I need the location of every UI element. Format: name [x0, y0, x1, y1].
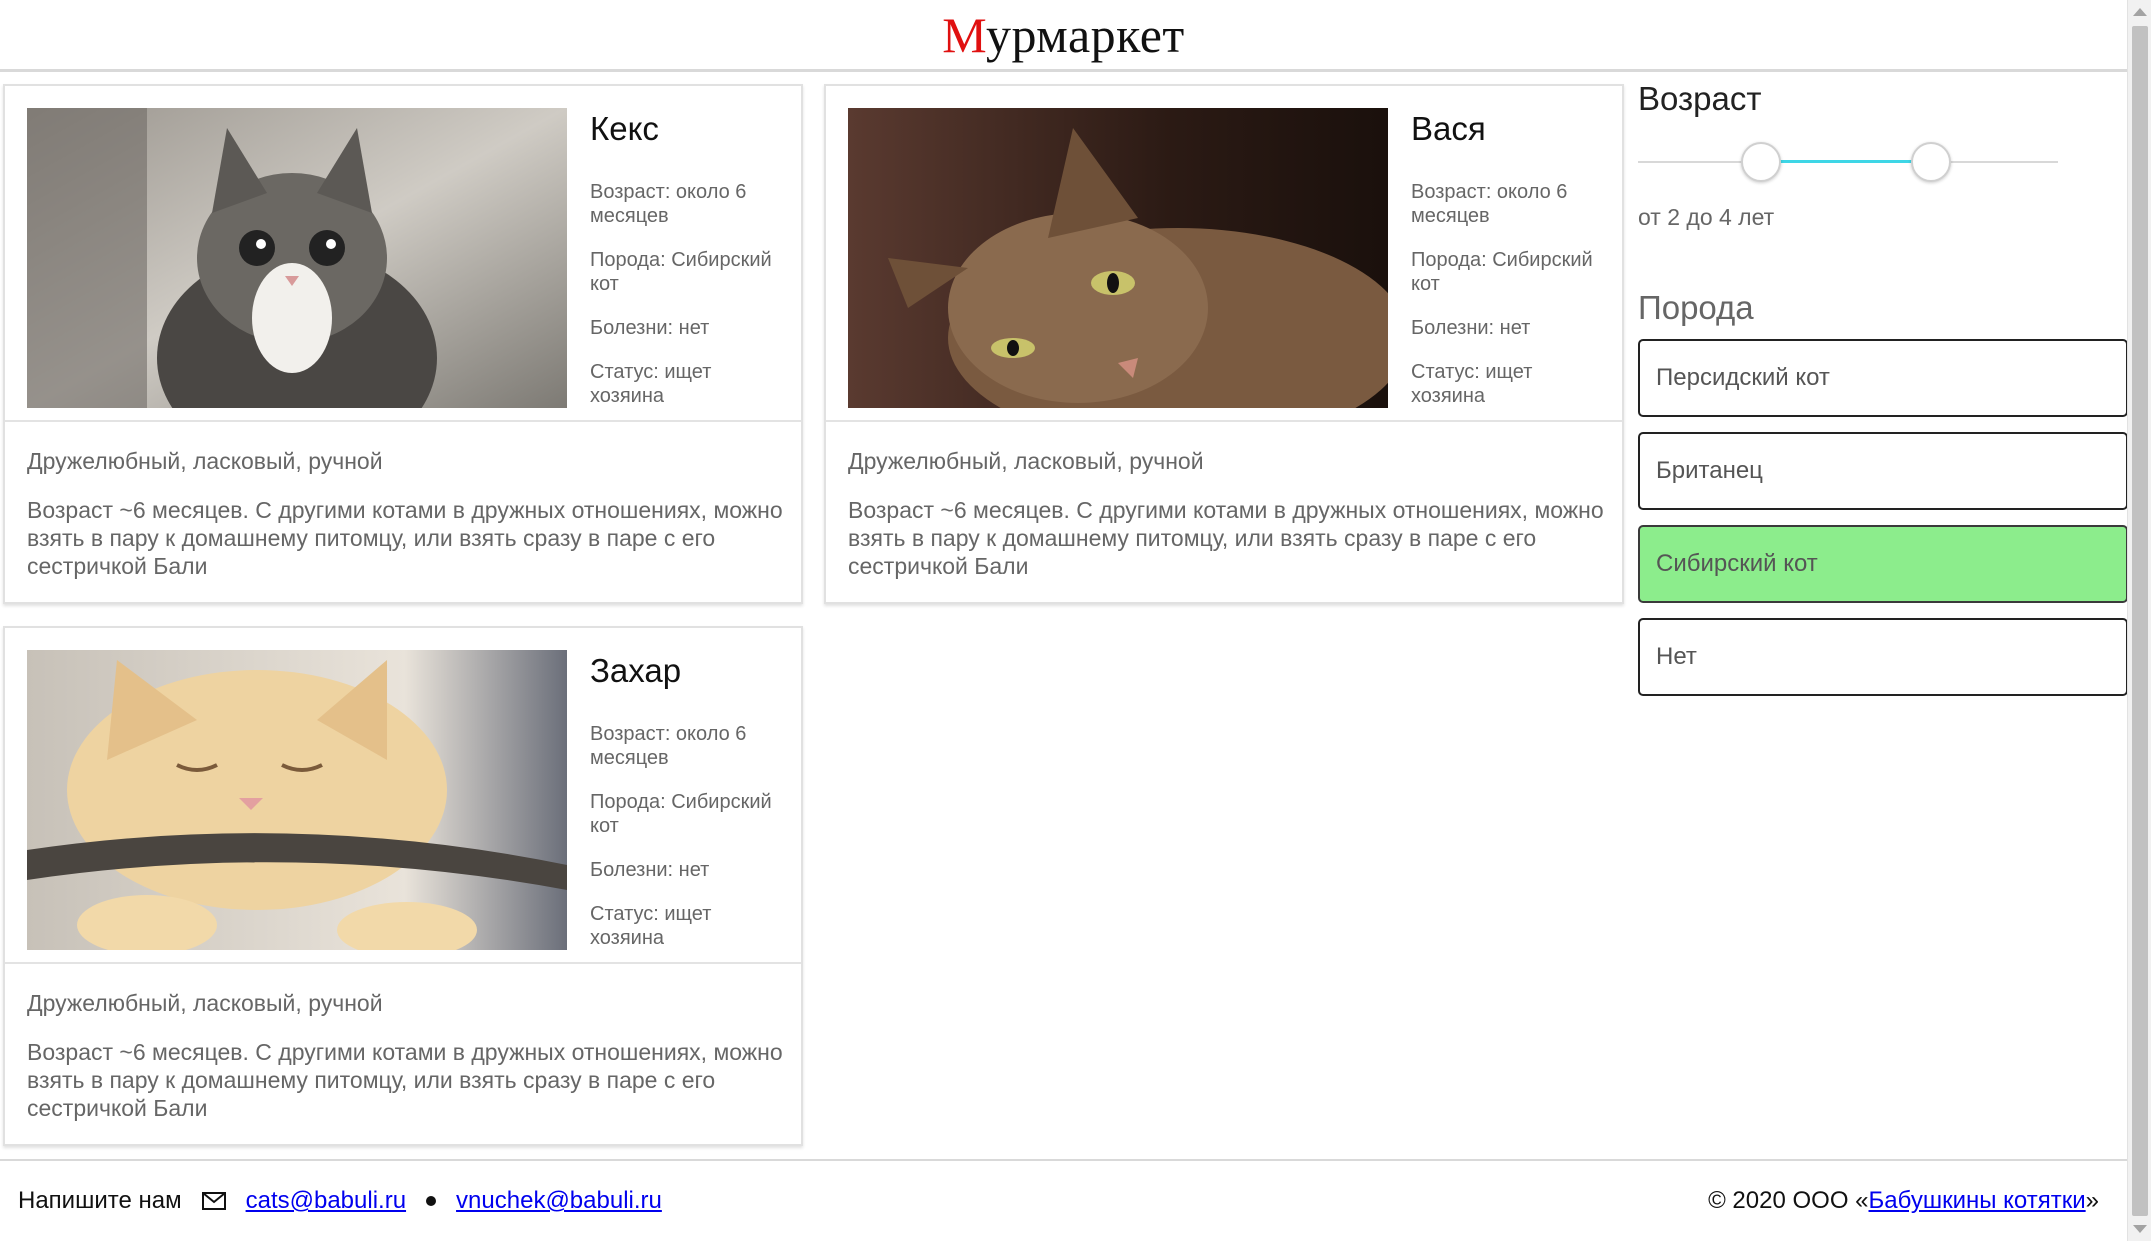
site-header: Мурмаркет [0, 0, 2127, 72]
slider-selected-range [1761, 160, 1931, 163]
mail-icon [201, 1192, 226, 1210]
copyright-suffix: » [2085, 1187, 2099, 1214]
cat-status: Статус: ищет хозяина [590, 361, 712, 407]
cat-breed: Порода: Сибирский кот [1411, 249, 1593, 295]
email-link-vnuchek[interactable]: vnuchek@babuli.ru [456, 1187, 662, 1215]
breed-option-siberian[interactable]: Сибирский кот [1638, 525, 2128, 603]
age-range-text: от 2 до 4 лет [1638, 204, 1775, 230]
scrollbar-thumb[interactable] [2132, 26, 2148, 1216]
copyright-prefix: © 2020 ООО « [1708, 1187, 1869, 1214]
cat-breed: Порода: Сибирский кот [590, 791, 772, 837]
cat-age: Возраст: около 6 месяцев [1411, 181, 1568, 227]
cat-age: Возраст: около 6 месяцев [590, 723, 747, 769]
cat-info: Захар Возраст: около 6 месяцев Порода: С… [590, 650, 790, 950]
cat-photo-vasya [848, 108, 1388, 408]
card-divider [5, 420, 801, 422]
email-link-cats[interactable]: cats@babuli.ru [246, 1187, 406, 1215]
cat-status: Статус: ищет хозяина [590, 903, 712, 949]
bullet-separator [426, 1196, 437, 1206]
card-divider [826, 420, 1622, 422]
age-filter-title: Возраст [1638, 80, 1762, 117]
cat-card-keks[interactable]: Кекс Возраст: около 6 месяцев Порода: Си… [3, 84, 803, 604]
cat-card-vasya[interactable]: Вася Возраст: около 6 месяцев Порода: Си… [824, 84, 1624, 604]
breed-option-none[interactable]: Нет [1638, 618, 2128, 696]
breed-filter-title: Порода [1638, 289, 1754, 326]
breed-option-persian[interactable]: Персидский кот [1638, 339, 2128, 417]
footer-contacts: Напишите нам cats@babuli.ru vnuchek@babu… [18, 1187, 662, 1215]
cat-traits: Дружелюбный, ласковый, ручной [848, 448, 1204, 474]
cat-description: Возраст ~6 месяцев. С другими котами в д… [27, 1039, 783, 1121]
cat-name[interactable]: Вася [1411, 110, 1611, 160]
breed-option-british[interactable]: Британец [1638, 432, 2128, 510]
cat-breed: Порода: Сибирский кот [590, 249, 772, 295]
scroll-up-arrow-icon[interactable] [2133, 8, 2147, 16]
cat-name[interactable]: Захар [590, 652, 790, 702]
cat-description: Возраст ~6 месяцев. С другими котами в д… [27, 497, 783, 579]
page-scrollbar[interactable] [2127, 0, 2151, 1241]
age-range-slider[interactable] [1638, 132, 2058, 192]
cat-description: Возраст ~6 месяцев. С другими котами в д… [848, 497, 1604, 579]
cat-photo-image [27, 650, 567, 950]
cat-photo-keks [27, 108, 567, 408]
cat-photo-image [27, 108, 567, 408]
cat-photo-image [848, 108, 1388, 408]
cat-info: Кекс Возраст: около 6 месяцев Порода: Си… [590, 108, 790, 408]
scroll-down-arrow-icon[interactable] [2133, 1225, 2147, 1233]
site-logo[interactable]: Мурмаркет [942, 6, 1185, 64]
cat-photo-zakhar [27, 650, 567, 950]
logo-first-letter: М [942, 6, 986, 63]
cat-diseases: Болезни: нет [590, 317, 710, 339]
cat-name[interactable]: Кекс [590, 110, 790, 160]
cat-diseases: Болезни: нет [590, 859, 710, 881]
site-footer: Напишите нам cats@babuli.ru vnuchek@babu… [0, 1159, 2127, 1241]
cat-card-zakhar[interactable]: Захар Возраст: около 6 месяцев Порода: С… [3, 626, 803, 1146]
cat-traits: Дружелюбный, ласковый, ручной [27, 990, 383, 1016]
card-divider [5, 962, 801, 964]
filter-sidebar: Возраст от 2 до 4 лет Порода Персидский … [1638, 80, 2128, 711]
cat-traits: Дружелюбный, ласковый, ручной [27, 448, 383, 474]
slider-min-handle[interactable] [1741, 142, 1781, 182]
cat-status: Статус: ищет хозяина [1411, 361, 1533, 407]
cat-age: Возраст: около 6 месяцев [590, 181, 747, 227]
slider-max-handle[interactable] [1911, 142, 1951, 182]
cat-info: Вася Возраст: около 6 месяцев Порода: Си… [1411, 108, 1611, 408]
contact-label: Напишите нам [18, 1187, 182, 1214]
footer-copyright: © 2020 ООО «Бабушкины котятки» [1708, 1187, 2099, 1215]
company-link[interactable]: Бабушкины котятки [1869, 1187, 2086, 1214]
breed-options: Персидский кот Британец Сибирский кот Не… [1638, 339, 2128, 696]
cat-diseases: Болезни: нет [1411, 317, 1531, 339]
logo-rest: урмаркет [985, 6, 1185, 63]
